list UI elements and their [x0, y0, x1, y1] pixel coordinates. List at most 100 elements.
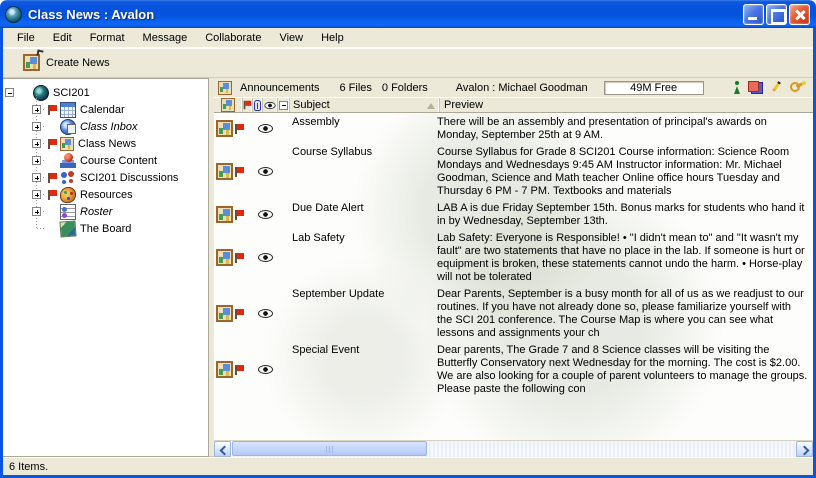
expand-box-icon[interactable]: [32, 190, 41, 199]
unread-flag-icon: [234, 252, 245, 264]
tree-item-label: Class News: [78, 138, 136, 150]
column-subject[interactable]: Subject: [290, 98, 440, 112]
flag-column-icon: [243, 100, 252, 110]
expand-box-icon[interactable]: [32, 122, 41, 131]
expand-box-icon[interactable]: [32, 173, 41, 182]
conference-tree-panel: SCI201 Calendar Class: [3, 78, 209, 457]
title-bar[interactable]: Class News : Avalon: [0, 0, 816, 28]
list-item-september-update[interactable]: September Update Dear Parents, September…: [214, 287, 813, 340]
subject-column-label: Subject: [293, 99, 330, 111]
scroll-right-button[interactable]: [796, 441, 813, 457]
item-type-icon: [221, 98, 235, 112]
list-item-due-date-alert[interactable]: Due Date Alert LAB A is due Friday Septe…: [214, 201, 813, 228]
permissions-key-icon[interactable]: [790, 81, 807, 94]
menu-collaborate[interactable]: Collaborate: [196, 30, 270, 46]
app-globe-icon: [5, 6, 22, 23]
menu-message[interactable]: Message: [134, 30, 197, 46]
edit-pencil-icon[interactable]: [770, 81, 783, 94]
item-preview: LAB A is due Friday September 15th. Bonu…: [435, 201, 813, 228]
expand-box-icon[interactable]: [32, 105, 41, 114]
sidebar-item-roster[interactable]: Roster: [3, 203, 208, 220]
column-attachment[interactable]: [253, 98, 263, 112]
unread-flag-icon: [47, 138, 58, 150]
window-title: Class News : Avalon: [28, 7, 743, 22]
menu-format[interactable]: Format: [81, 30, 134, 46]
unread-flag-icon: [47, 104, 58, 116]
roster-icon: [60, 204, 76, 220]
column-header-row: Subject Preview: [214, 97, 813, 113]
item-subject: Course Syllabus: [282, 145, 435, 198]
scroll-left-button[interactable]: [214, 441, 231, 457]
tree-root-sci201[interactable]: SCI201: [3, 84, 208, 101]
toolbar: Create News: [3, 48, 813, 78]
column-collapse[interactable]: [278, 98, 290, 112]
news-item-icon: [216, 305, 233, 322]
column-item-icon[interactable]: [214, 98, 243, 112]
collapse-box-icon[interactable]: [5, 88, 14, 97]
tree-item-label: Course Content: [80, 155, 157, 167]
sidebar-item-discussions[interactable]: SCI201 Discussions: [3, 169, 208, 186]
sidebar-item-the-board[interactable]: The Board: [3, 220, 208, 237]
sidebar-item-calendar[interactable]: Calendar: [3, 101, 208, 118]
list-title: Announcements: [240, 82, 320, 94]
menu-edit[interactable]: Edit: [44, 30, 81, 46]
menu-file[interactable]: File: [8, 30, 44, 46]
sidebar-item-resources[interactable]: Resources: [3, 186, 208, 203]
paperclip-icon: [254, 100, 261, 111]
expand-box-icon[interactable]: [32, 139, 41, 148]
unread-flag-icon: [234, 166, 245, 178]
minimize-button[interactable]: [743, 4, 764, 25]
item-subject: Lab Safety: [282, 231, 435, 284]
viewed-eye-icon: [258, 365, 273, 374]
scrollbar-thumb[interactable]: [232, 441, 427, 456]
viewed-eye-icon: [258, 253, 273, 262]
item-subject: Assembly: [282, 115, 435, 142]
app-window: Class News : Avalon File Edit Format Mes…: [0, 0, 816, 478]
horizontal-scrollbar[interactable]: [214, 440, 813, 457]
discussions-icon: [60, 170, 76, 186]
column-viewed[interactable]: [263, 98, 278, 112]
maximize-button[interactable]: [766, 4, 787, 25]
news-board-icon: [60, 137, 74, 151]
status-bar: 6 Items.: [3, 457, 813, 475]
online-user-icon[interactable]: [733, 81, 741, 94]
resources-icon: [60, 187, 76, 203]
news-item-icon: [216, 206, 233, 223]
column-preview[interactable]: Preview: [440, 98, 813, 112]
item-preview: Lab Safety: Everyone is Responsible! • "…: [435, 231, 813, 284]
expand-box-icon[interactable]: [32, 207, 41, 216]
viewed-eye-icon: [258, 210, 273, 219]
expand-box-icon[interactable]: [32, 156, 41, 165]
status-text: 6 Items.: [9, 461, 48, 473]
sidebar-item-class-inbox[interactable]: Class Inbox: [3, 118, 208, 135]
create-news-button[interactable]: Create News: [17, 52, 116, 73]
list-header-bar: Announcements 6 Files 0 Folders Avalon :…: [214, 78, 813, 97]
sidebar-item-course-content[interactable]: Course Content: [3, 152, 208, 169]
announcements-panel: Announcements 6 Files 0 Folders Avalon :…: [214, 78, 813, 457]
course-content-icon: [60, 153, 76, 169]
free-space-indicator: 49M Free: [604, 81, 704, 95]
inbox-icon: [60, 119, 76, 135]
menu-view[interactable]: View: [270, 30, 312, 46]
sidebar-item-class-news[interactable]: Class News: [3, 135, 208, 152]
item-preview: There will be an assembly and presentati…: [435, 115, 813, 142]
create-news-icon: [23, 54, 40, 71]
scrollbar-track[interactable]: [231, 441, 796, 457]
news-item-icon: [216, 163, 233, 180]
list-item-lab-safety[interactable]: Lab Safety Lab Safety: Everyone is Respo…: [214, 231, 813, 284]
list-item-assembly[interactable]: Assembly There will be an assembly and p…: [214, 115, 813, 142]
list-item-course-syllabus[interactable]: Course Syllabus Course Syllabus for Grad…: [214, 145, 813, 198]
news-item-icon: [216, 361, 233, 378]
menu-help[interactable]: Help: [312, 30, 353, 46]
unread-flag-icon: [234, 308, 245, 320]
unread-flag-icon: [234, 123, 245, 135]
list-item-special-event[interactable]: Special Event Dear parents, The Grade 7 …: [214, 343, 813, 396]
item-subject: Due Date Alert: [282, 201, 435, 228]
shared-view-icon[interactable]: [748, 81, 763, 94]
tree-item-label: SCI201 Discussions: [80, 172, 178, 184]
item-preview: Dear parents, The Grade 7 and 8 Science …: [435, 343, 813, 396]
tree-item-label: Resources: [80, 189, 133, 201]
item-subject: September Update: [282, 287, 435, 340]
close-button[interactable]: [789, 4, 810, 25]
column-flag[interactable]: [243, 98, 253, 112]
